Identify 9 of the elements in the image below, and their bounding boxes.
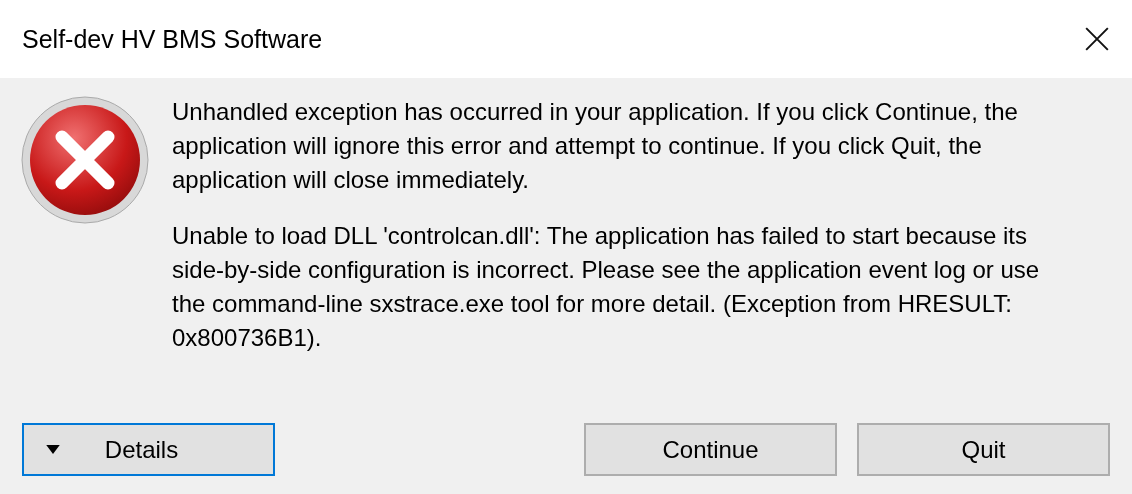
error-message: Unhandled exception has occurred in your application. If you click Continue, the application will ignore this error and attempt to continue. If you click Quit, the application will close immediately. bbox=[172, 97, 1019, 195]
caret-icon bbox=[46, 445, 60, 454]
dialog-button[interactable]: Continue bbox=[584, 423, 837, 476]
window-title: Self-dev HV BMS Software bbox=[22, 24, 323, 54]
error-icon bbox=[20, 95, 150, 225]
details-button[interactable]: Details bbox=[22, 423, 275, 476]
error-message: Unable to load DLL 'controlcan.dll': The application has failed to start because its side-by-side configuration is incorrect. Please see the application event log or use the command-line sxstrace.exe tool for more detail. (Exception from HRESULT: 0x800736B1). bbox=[172, 221, 1041, 353]
close-icon[interactable] bbox=[1084, 26, 1110, 52]
dialog-button[interactable]: Quit bbox=[857, 423, 1110, 476]
